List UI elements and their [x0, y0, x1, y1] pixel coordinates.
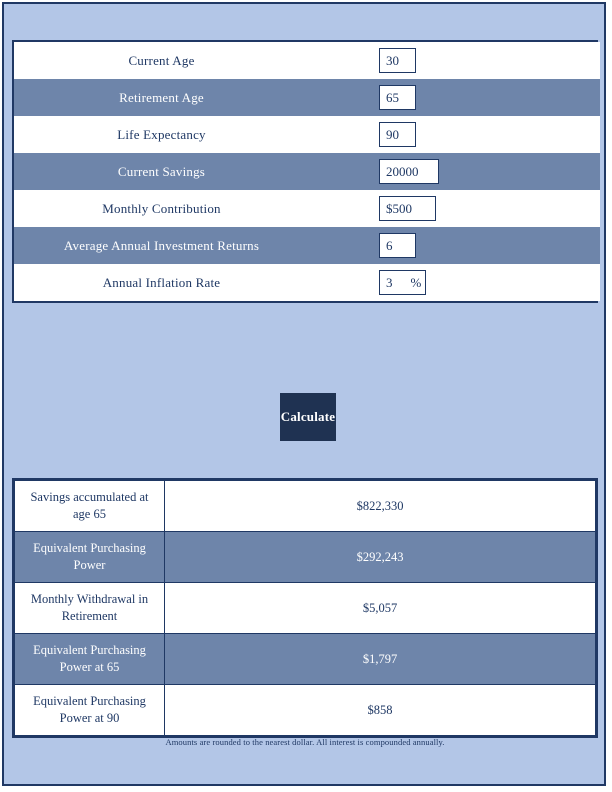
form-row-field: 20000 [309, 153, 600, 190]
form-row-field: 30 [309, 42, 600, 79]
results-row-label: Savings accumulated at age 65 [14, 480, 165, 532]
calculator-page: Current Age 30 Retirement Age 65 Life Expect… [2, 2, 606, 786]
input-value: $500 [386, 201, 412, 216]
form-row: Retirement Age 65 [14, 79, 600, 116]
input-retirement-age[interactable]: 65 [379, 85, 416, 110]
results-row-label: Monthly Withdrawal in Retirement [14, 582, 165, 634]
form-row: Annual Inflation Rate 3% [14, 264, 600, 301]
results-table: Savings accumulated at age 65 $822,330 Equ… [14, 480, 596, 736]
results-row-value: $5,057 [164, 582, 596, 634]
results-row: Equivalent Purchasing Power $292,243 [14, 531, 596, 583]
form-row-label: Annual Inflation Rate [14, 264, 309, 301]
results-row: Savings accumulated at age 65 $822,330 [14, 480, 596, 532]
results-row-value: $822,330 [164, 480, 596, 532]
form-row-label: Average Annual Investment Returns [14, 227, 309, 264]
results-row-label: Equivalent Purchasing Power at 90 [14, 684, 165, 736]
form-row-field: 6 [309, 227, 600, 264]
input-average-annual-investment-returns[interactable]: 6 [379, 233, 416, 258]
input-current-savings[interactable]: 20000 [379, 159, 439, 184]
form-row-label: Life Expectancy [14, 116, 309, 153]
input-value: 90 [386, 127, 399, 142]
input-form-panel: Current Age 30 Retirement Age 65 Life Expect… [12, 40, 600, 303]
percent-suffix: % [410, 275, 422, 290]
form-row-label: Retirement Age [14, 79, 309, 116]
results-row: Monthly Withdrawal in Retirement $5,057 [14, 582, 596, 634]
input-annual-inflation-rate[interactable]: 3% [379, 270, 426, 295]
input-form-table: Current Age 30 Retirement Age 65 Life Expect… [14, 42, 600, 301]
form-row: Current Savings 20000 [14, 153, 600, 190]
form-row: Monthly Contribution $500 [14, 190, 600, 227]
results-row-label: Equivalent Purchasing Power at 65 [14, 633, 165, 685]
input-value: 65 [386, 90, 399, 105]
calculate-button[interactable]: Calculate [280, 393, 336, 441]
form-row-field: 90 [309, 116, 600, 153]
form-row-field: 3% [309, 264, 600, 301]
form-row: Average Annual Investment Returns 6 [14, 227, 600, 264]
form-row: Life Expectancy 90 [14, 116, 600, 153]
form-row-field: 65 [309, 79, 600, 116]
results-row: Equivalent Purchasing Power at 65 $1,797 [14, 633, 596, 685]
form-row-label: Current Age [14, 42, 309, 79]
form-row-field: $500 [309, 190, 600, 227]
results-row: Equivalent Purchasing Power at 90 $858 [14, 684, 596, 736]
form-row-label: Current Savings [14, 153, 309, 190]
footer-note: Amounts are rounded to the nearest dolla… [165, 737, 445, 747]
results-panel: Savings accumulated at age 65 $822,330 Equ… [12, 478, 598, 738]
input-life-expectancy[interactable]: 90 [379, 122, 416, 147]
input-value: 6 [386, 238, 393, 253]
input-value: 30 [386, 53, 399, 68]
results-row-value: $858 [164, 684, 596, 736]
input-value: 20000 [386, 164, 419, 179]
input-value: 3 [386, 275, 393, 290]
results-row-value: $1,797 [164, 633, 596, 685]
input-current-age[interactable]: 30 [379, 48, 416, 73]
form-row-label: Monthly Contribution [14, 190, 309, 227]
form-row: Current Age 30 [14, 42, 600, 79]
results-row-label: Equivalent Purchasing Power [14, 531, 165, 583]
results-row-value: $292,243 [164, 531, 596, 583]
input-monthly-contribution[interactable]: $500 [379, 196, 436, 221]
